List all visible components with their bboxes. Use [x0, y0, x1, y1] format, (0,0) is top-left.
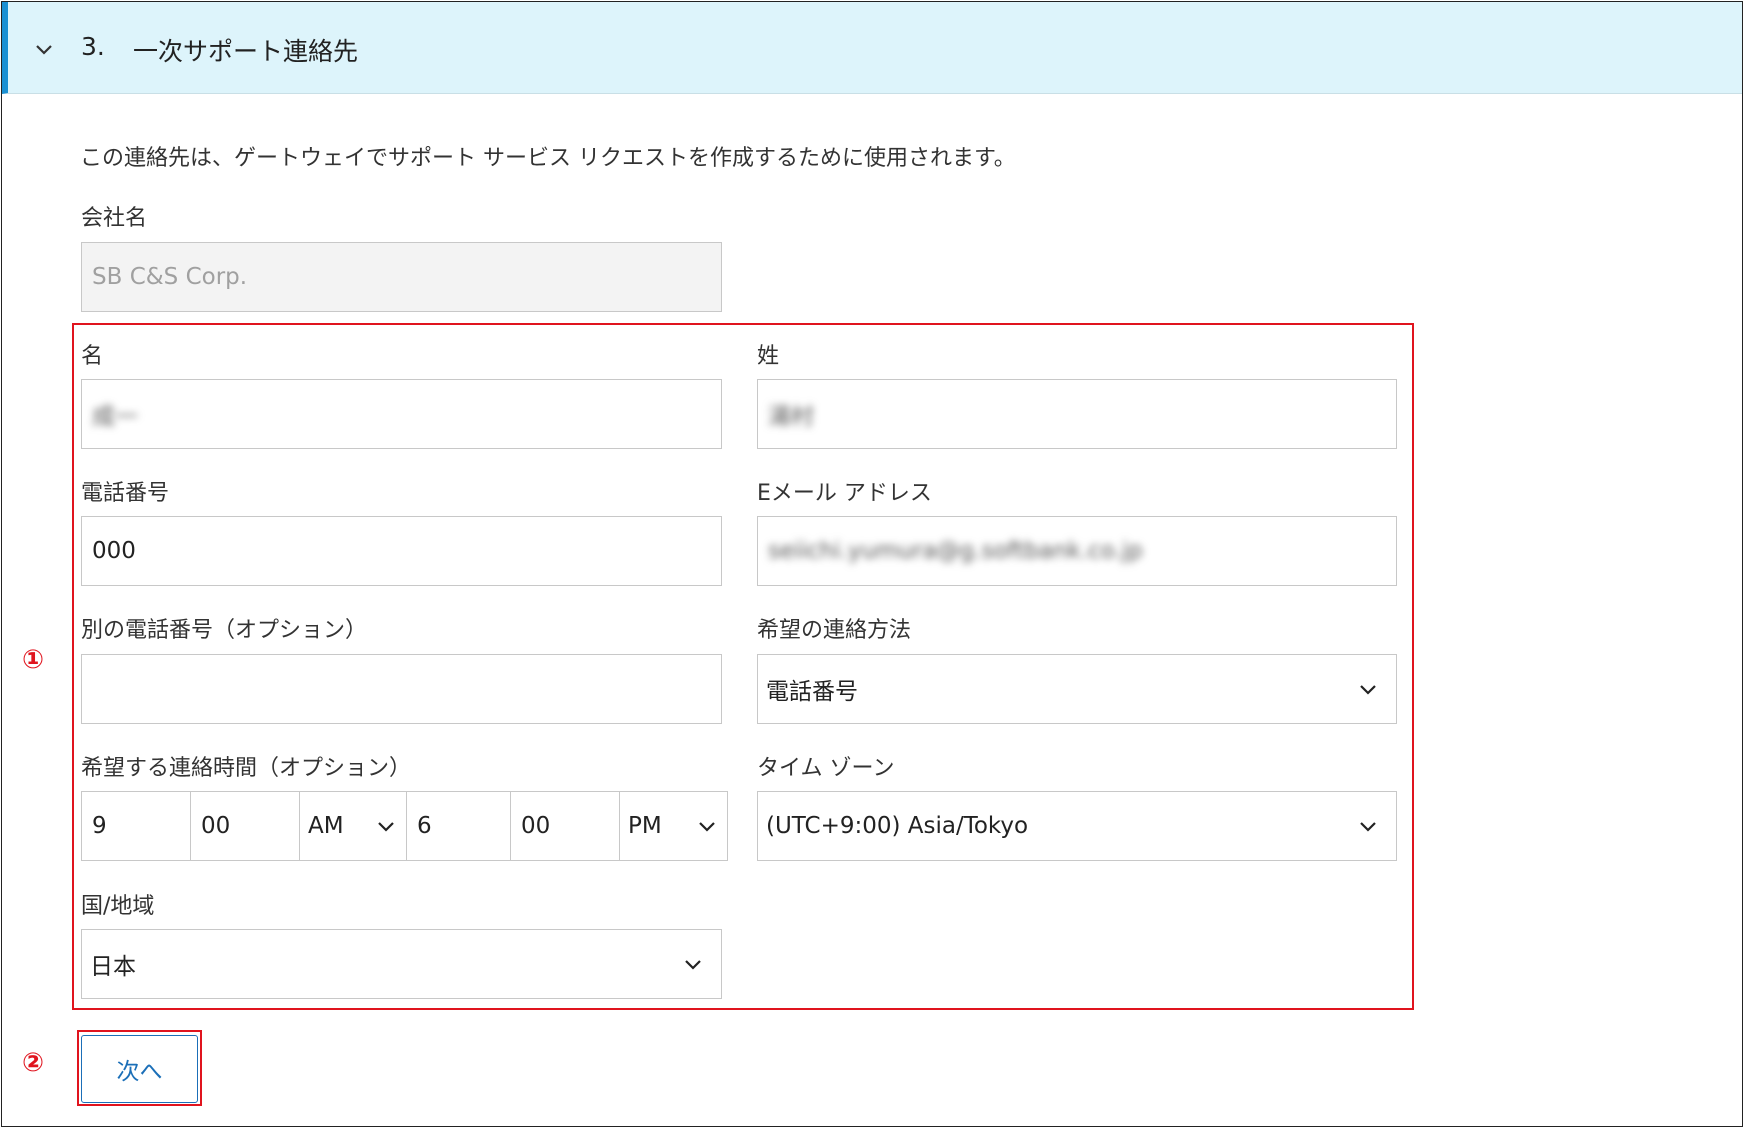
- contact-method-label: 希望の連絡方法: [757, 618, 912, 643]
- alt-phone-input[interactable]: [81, 654, 722, 724]
- phone-value: 000: [92, 538, 136, 564]
- section-header[interactable]: 3. 一次サポート連絡先: [2, 2, 1742, 94]
- to-minute-value: 00: [521, 813, 551, 839]
- step-number: 3.: [81, 32, 105, 61]
- country-select[interactable]: 日本: [81, 929, 722, 999]
- country-label: 国/地域: [81, 894, 155, 919]
- to-ampm-value: PM: [628, 813, 662, 839]
- section-title: 一次サポート連絡先: [133, 37, 359, 66]
- from-hour-input[interactable]: 9: [81, 791, 191, 861]
- alt-phone-label: 別の電話番号（オプション）: [81, 618, 368, 643]
- last-name-input[interactable]: 湯村: [757, 379, 1397, 449]
- annotation-marker-1: ①: [22, 645, 45, 675]
- to-hour-input[interactable]: 6: [406, 791, 511, 861]
- last-name-label: 姓: [757, 344, 780, 369]
- company-label: 会社名: [81, 206, 148, 231]
- from-ampm-value: AM: [308, 813, 344, 839]
- timezone-value: (UTC+9:00) Asia/Tokyo: [766, 813, 1029, 839]
- email-value: seiichi.yumura@g.softbank.co.jp: [768, 538, 1143, 564]
- section-description: この連絡先は、ゲートウェイでサポート サービス リクエストを作成するために使用さ…: [80, 146, 1016, 171]
- timezone-select[interactable]: (UTC+9:00) Asia/Tokyo: [757, 791, 1397, 861]
- chevron-down-icon: [378, 822, 394, 832]
- to-minute-input[interactable]: 00: [510, 791, 620, 861]
- chevron-down-icon: [1360, 822, 1376, 832]
- from-hour-value: 9: [92, 813, 107, 839]
- last-name-value: 湯村: [768, 404, 814, 430]
- annotation-marker-2: ②: [22, 1048, 45, 1078]
- next-button[interactable]: 次へ: [81, 1035, 198, 1103]
- to-hour-value: 6: [417, 813, 432, 839]
- phone-input[interactable]: 000: [81, 516, 722, 586]
- first-name-label: 名: [81, 344, 104, 369]
- email-input[interactable]: seiichi.yumura@g.softbank.co.jp: [757, 516, 1397, 586]
- to-ampm-select[interactable]: PM: [619, 791, 728, 861]
- country-value: 日本: [90, 954, 136, 980]
- contact-time-label: 希望する連絡時間（オプション）: [81, 756, 412, 781]
- chevron-down-icon: [1360, 685, 1376, 695]
- chevron-down-icon[interactable]: [33, 38, 55, 60]
- contact-method-value: 電話番号: [766, 679, 858, 705]
- company-value: SB C&S Corp.: [92, 264, 248, 290]
- first-name-input[interactable]: 成一: [81, 379, 722, 449]
- from-minute-value: 00: [201, 813, 231, 839]
- timezone-label: タイム ゾーン: [757, 756, 895, 781]
- from-ampm-select[interactable]: AM: [299, 791, 407, 861]
- chevron-down-icon: [699, 822, 715, 832]
- chevron-down-icon: [685, 960, 701, 970]
- contact-method-select[interactable]: 電話番号: [757, 654, 1397, 724]
- email-label: Eメール アドレス: [757, 481, 932, 506]
- from-minute-input[interactable]: 00: [190, 791, 300, 861]
- phone-label: 電話番号: [81, 481, 170, 506]
- first-name-value: 成一: [92, 404, 138, 430]
- company-field: SB C&S Corp.: [81, 242, 722, 312]
